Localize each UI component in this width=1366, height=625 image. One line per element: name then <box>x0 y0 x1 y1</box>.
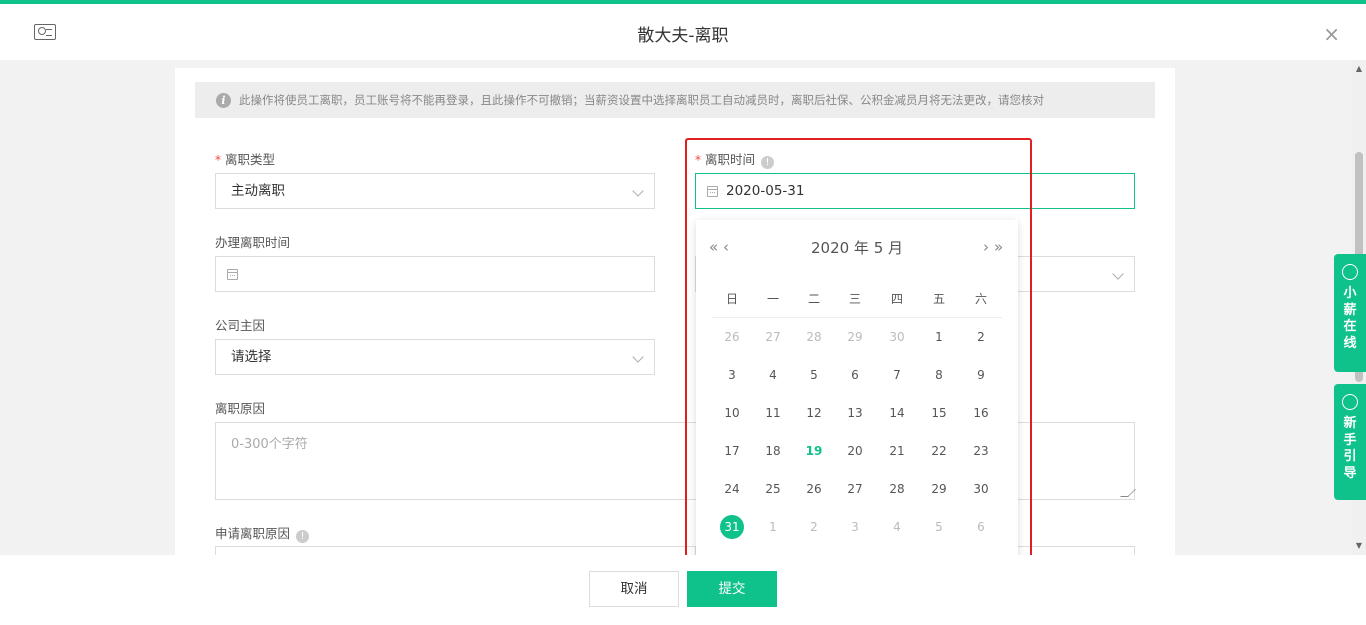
leave-type-label: * 离职类型 <box>215 152 276 167</box>
calendar-day[interactable]: 2 <box>793 514 835 540</box>
calendar-day[interactable]: 7 <box>876 362 918 388</box>
calendar-day[interactable]: 27 <box>834 476 876 502</box>
calendar-day[interactable]: 19 <box>793 438 835 464</box>
resize-handle[interactable] <box>1120 489 1136 497</box>
calendar-day[interactable]: 10 <box>711 400 753 426</box>
calendar-day[interactable]: 1 <box>752 514 794 540</box>
calendar-day[interactable]: 3 <box>711 362 753 388</box>
calendar-day[interactable]: 24 <box>711 476 753 502</box>
calendar-day[interactable]: 9 <box>960 362 1002 388</box>
calendar-day[interactable]: 4 <box>876 514 918 540</box>
calendar-title: 2020 年 5 月 <box>810 239 904 257</box>
calendar-day[interactable]: 21 <box>876 438 918 464</box>
close-icon[interactable]: × <box>1323 24 1340 44</box>
calendar-day[interactable]: 30 <box>876 324 918 350</box>
calendar-day[interactable]: 6 <box>834 362 876 388</box>
cancel-button[interactable]: 取消 <box>589 571 679 607</box>
submit-button[interactable]: 提交 <box>687 571 777 607</box>
leave-date-input[interactable]: 2020-05-31 <box>695 173 1135 209</box>
weekday-header: 三 <box>848 292 861 306</box>
next-year-button[interactable]: » <box>994 238 1003 256</box>
calendar-day[interactable]: 5 <box>793 362 835 388</box>
calendar-day[interactable]: 5 <box>918 514 960 540</box>
calendar-day[interactable]: 20 <box>834 438 876 464</box>
leave-date-label: * 离职时间! <box>695 149 775 169</box>
info-icon: i <box>216 93 231 108</box>
required-mark: * <box>215 153 221 167</box>
calendar-day[interactable]: 18 <box>752 438 794 464</box>
calendar-day[interactable]: 28 <box>876 476 918 502</box>
required-mark: * <box>695 153 701 167</box>
dialog-title: 散大夫-离职 <box>637 26 729 46</box>
calendar-day[interactable]: 6 <box>960 514 1002 540</box>
calendar-day[interactable]: 26 <box>711 324 753 350</box>
notice-text: 此操作将使员工离职，员工账号将不能再登录，且此操作不可撤销；当薪资设置中选择离职… <box>239 93 1044 107</box>
scroll-down-icon[interactable]: ▼ <box>1354 541 1364 550</box>
calendar-day[interactable]: 8 <box>918 362 960 388</box>
weekday-header: 四 <box>890 292 903 306</box>
scroll-up-icon[interactable]: ▲ <box>1354 64 1364 73</box>
leave-type-select[interactable]: 主动离职 <box>215 173 655 209</box>
calendar-day[interactable]: 23 <box>960 438 1002 464</box>
calendar-day[interactable]: 17 <box>711 438 753 464</box>
calendar-icon <box>707 186 718 197</box>
calendar-day[interactable]: 25 <box>752 476 794 502</box>
dialog-footer: 取消 提交 <box>0 555 1366 625</box>
apply-reason-label: 申请离职原因! <box>215 523 310 543</box>
weekday-header: 日 <box>725 292 738 306</box>
help-icon[interactable]: ! <box>296 530 310 543</box>
help-icon[interactable]: ! <box>761 156 775 169</box>
form-panel: i 此操作将使员工离职，员工账号将不能再登录，且此操作不可撤销；当薪资设置中选择… <box>175 68 1175 566</box>
weekday-header: 五 <box>932 292 945 306</box>
calendar-day[interactable]: 11 <box>752 400 794 426</box>
chevron-down-icon <box>1112 268 1124 280</box>
calendar-day[interactable]: 22 <box>918 438 960 464</box>
headset-icon <box>1342 264 1358 280</box>
calendar-day[interactable]: 3 <box>834 514 876 540</box>
dialog-header: 散大夫-离职 × <box>0 4 1366 60</box>
online-support-tab[interactable]: 小薪在线 <box>1334 254 1366 372</box>
calendar-day[interactable]: 15 <box>918 400 960 426</box>
calendar-divider <box>712 317 1002 318</box>
chevron-down-icon <box>632 185 644 197</box>
calendar-day[interactable]: 30 <box>960 476 1002 502</box>
company-reason-select[interactable]: 请选择 <box>215 339 655 375</box>
chevron-down-icon <box>632 351 644 363</box>
calendar-day[interactable]: 13 <box>834 400 876 426</box>
calendar-day[interactable]: 2 <box>960 324 1002 350</box>
calendar-day[interactable]: 27 <box>752 324 794 350</box>
weekday-header: 二 <box>807 292 820 306</box>
handle-date-label: 办理离职时间 <box>215 235 291 250</box>
notice-banner: i 此操作将使员工离职，员工账号将不能再登录，且此操作不可撤销；当薪资设置中选择… <box>195 82 1155 118</box>
leave-reason-label: 离职原因 <box>215 401 266 416</box>
calendar-day[interactable]: 16 <box>960 400 1002 426</box>
calendar-day[interactable]: 29 <box>918 476 960 502</box>
date-picker-popup: « ‹ 2020 年 5 月 › » 日一二三四五六 26 27 28 29 30 1 2 3 4… <box>696 220 1018 560</box>
next-month-button[interactable]: › <box>983 238 989 256</box>
calendar-icon <box>227 269 238 280</box>
beginner-guide-tab[interactable]: 新手引导 <box>1334 384 1366 500</box>
calendar-day[interactable]: 12 <box>793 400 835 426</box>
calendar-day[interactable]: 29 <box>834 324 876 350</box>
calendar-day[interactable]: 4 <box>752 362 794 388</box>
calendar-day[interactable]: 1 <box>918 324 960 350</box>
weekday-header: 一 <box>766 292 779 306</box>
company-reason-label: 公司主因 <box>215 318 266 333</box>
handle-date-input[interactable] <box>215 256 655 292</box>
calendar-day[interactable]: 28 <box>793 324 835 350</box>
calendar-day[interactable]: 26 <box>793 476 835 502</box>
calendar-day[interactable]: 14 <box>876 400 918 426</box>
weekday-header: 六 <box>974 292 987 306</box>
compass-icon <box>1342 394 1358 410</box>
calendar-day-selected[interactable]: 31 <box>711 514 753 540</box>
